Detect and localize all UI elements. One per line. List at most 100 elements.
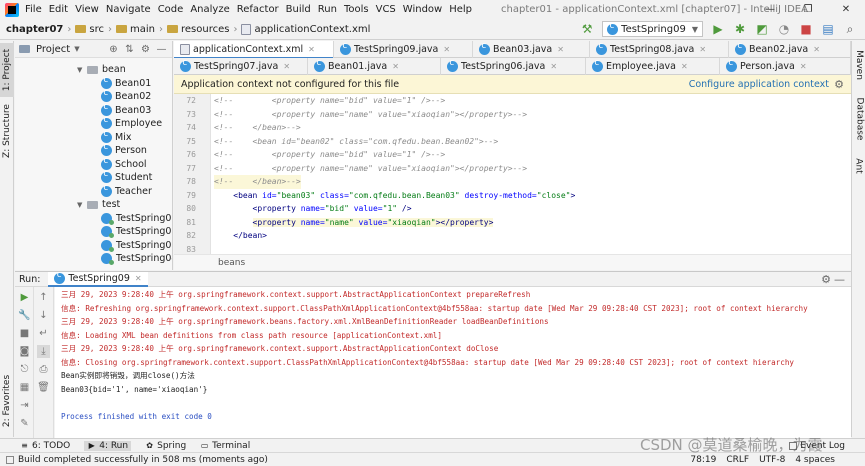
- breadcrumb-item[interactable]: chapter07: [6, 24, 63, 35]
- code-line[interactable]: <!-- <property name="bid" value="1" />--…: [214, 148, 445, 162]
- menu-item-vcs[interactable]: VCS: [376, 4, 396, 15]
- chevron-down-icon[interactable]: ▼: [77, 201, 85, 209]
- code-line[interactable]: <!-- <bean id="bean02" class="com.qfedu.…: [214, 135, 498, 149]
- project-panel-title[interactable]: Project: [36, 44, 70, 55]
- menu-item-file[interactable]: File: [25, 4, 42, 15]
- bottom-tab[interactable]: ▶ 4: Run: [84, 440, 132, 451]
- profile-icon[interactable]: ◔: [776, 21, 792, 37]
- menu-item-build[interactable]: Build: [286, 4, 311, 15]
- gear-icon[interactable]: ⚙: [834, 78, 844, 91]
- code-line[interactable]: <property name="name" value="xiaoqian"><…: [214, 216, 494, 230]
- chevron-down-icon[interactable]: ▼: [74, 45, 79, 53]
- camera-icon[interactable]: ◙: [18, 345, 31, 358]
- code-line[interactable]: <bean id="bean03" class="com.qfedu.bean.…: [214, 189, 575, 203]
- tree-package[interactable]: ▼ test: [77, 198, 120, 212]
- tab-project[interactable]: 1: Project: [0, 43, 14, 97]
- close-icon[interactable]: ✕: [557, 45, 564, 54]
- pin-icon[interactable]: ✎: [18, 417, 31, 430]
- down-arrow-icon[interactable]: ↓: [37, 309, 50, 322]
- close-icon[interactable]: ✕: [443, 45, 450, 54]
- menu-item-tools[interactable]: Tools: [344, 4, 369, 15]
- bottom-tab[interactable]: ▭ Terminal: [200, 441, 250, 451]
- menu-item-help[interactable]: Help: [449, 4, 472, 15]
- code-editor[interactable]: 72 73 74 75 76 77 78 79 80 81 82 83 <!-- <property …: [174, 94, 851, 254]
- tree-item[interactable]: TestSpring04: [101, 252, 172, 266]
- coverage-icon[interactable]: ◩: [754, 21, 770, 37]
- project-structure-icon[interactable]: ▤: [820, 21, 836, 37]
- editor-breadcrumb-item[interactable]: beans: [218, 258, 245, 268]
- tree-item[interactable]: Bean03: [101, 102, 151, 118]
- close-window-button[interactable]: ✕: [827, 0, 865, 19]
- gear-icon[interactable]: ⚙: [139, 43, 152, 56]
- collapse-icon[interactable]: ⇅: [123, 43, 136, 56]
- tab-ant[interactable]: Ant: [852, 151, 865, 181]
- run-icon[interactable]: ▶: [710, 21, 726, 37]
- breadcrumb-item[interactable]: resources: [166, 24, 229, 35]
- caret-position[interactable]: 78:19: [690, 455, 716, 465]
- menu-item-view[interactable]: View: [75, 4, 99, 15]
- print-icon[interactable]: ⎙: [37, 363, 50, 376]
- editor-tab[interactable]: Bean01.java ✕: [308, 58, 441, 75]
- tab-maven[interactable]: Maven: [852, 45, 865, 85]
- console-output[interactable]: 三月 29, 2023 9:28:40 上午 org.springframewo…: [55, 287, 851, 438]
- rerun-icon[interactable]: ▶: [18, 291, 31, 304]
- tree-item[interactable]: Bean01: [101, 75, 151, 91]
- editor-tab[interactable]: applicationContext.xml ✕: [174, 41, 334, 59]
- indent-setting[interactable]: 4 spaces: [795, 455, 835, 465]
- breadcrumb-item[interactable]: src: [75, 24, 104, 35]
- build-hammer-icon[interactable]: ⚒: [579, 21, 595, 37]
- scroll-to-end-icon[interactable]: ⤓: [37, 345, 50, 358]
- editor-tab[interactable]: Bean03.java ✕: [473, 41, 590, 58]
- hide-icon[interactable]: —: [155, 43, 168, 56]
- bottom-tab[interactable]: ✿ Spring: [145, 441, 186, 451]
- close-icon[interactable]: ✕: [283, 62, 290, 71]
- close-icon[interactable]: ✕: [681, 62, 688, 71]
- breadcrumb-item[interactable]: applicationContext.xml: [241, 23, 370, 35]
- menu-item-analyze[interactable]: Analyze: [190, 4, 229, 15]
- close-icon[interactable]: ✕: [392, 62, 399, 71]
- line-separator[interactable]: CRLF: [726, 455, 749, 465]
- tree-item[interactable]: Teacher: [101, 183, 152, 199]
- locate-icon[interactable]: ⊕: [107, 43, 120, 56]
- tree-item[interactable]: Student: [101, 169, 152, 185]
- status-toggle-icon[interactable]: [6, 455, 14, 464]
- close-icon[interactable]: ✕: [699, 45, 706, 54]
- tree-item[interactable]: TestSpring01: [101, 212, 172, 226]
- close-icon[interactable]: ✕: [813, 45, 820, 54]
- tab-database[interactable]: Database: [852, 91, 865, 147]
- tree-item[interactable]: TestSpring02: [101, 225, 172, 239]
- editor-tab[interactable]: TestSpring07.java ✕: [174, 58, 308, 75]
- code-line[interactable]: </bean>: [214, 229, 267, 243]
- menu-item-refactor[interactable]: Refactor: [237, 4, 279, 15]
- menu-item-navigate[interactable]: Navigate: [106, 4, 151, 15]
- layout-icon[interactable]: ▦: [18, 381, 31, 394]
- wrench-icon[interactable]: 🔧: [18, 309, 31, 322]
- editor-tab[interactable]: Person.java ✕: [720, 58, 851, 75]
- search-icon[interactable]: ⌕: [842, 21, 858, 37]
- hide-icon[interactable]: —: [834, 273, 845, 286]
- maximize-button[interactable]: ❐: [789, 0, 827, 19]
- up-arrow-icon[interactable]: ↑: [37, 291, 50, 304]
- run-configuration-select[interactable]: TestSpring09 ▼: [602, 21, 703, 37]
- bottom-tab[interactable]: ≡ 6: TODO: [20, 441, 70, 451]
- editor-tab[interactable]: Bean02.java ✕: [729, 41, 851, 58]
- code-line[interactable]: <!-- </bean>-->: [214, 175, 301, 189]
- close-icon[interactable]: ✕: [308, 45, 315, 54]
- tree-package[interactable]: ▼ bean: [77, 63, 126, 77]
- code-line[interactable]: <!-- </bean>-->: [214, 121, 301, 135]
- code-line[interactable]: <property name="bid" value="1" />: [214, 202, 412, 216]
- minimize-button[interactable]: —: [751, 0, 789, 19]
- gear-icon[interactable]: ⚙: [821, 273, 831, 286]
- menu-item-window[interactable]: Window: [403, 4, 442, 15]
- exit-icon[interactable]: ⎋: [18, 363, 31, 376]
- stop-icon[interactable]: ■: [798, 21, 814, 37]
- debug-icon[interactable]: ✱: [732, 21, 748, 37]
- editor-tab[interactable]: TestSpring06.java ✕: [441, 58, 586, 75]
- code-line[interactable]: <!-- <property name="bid" value="1" />--…: [214, 94, 445, 108]
- tree-item[interactable]: Bean02: [101, 88, 151, 104]
- code-line[interactable]: <!-- <property name="name" value="xiaoqi…: [214, 162, 527, 176]
- tree-item[interactable]: TestSpring03: [101, 239, 172, 253]
- stop-icon[interactable]: ■: [18, 327, 31, 340]
- chevron-down-icon[interactable]: ▼: [77, 66, 85, 74]
- tab-structure[interactable]: Z: Structure: [0, 101, 14, 161]
